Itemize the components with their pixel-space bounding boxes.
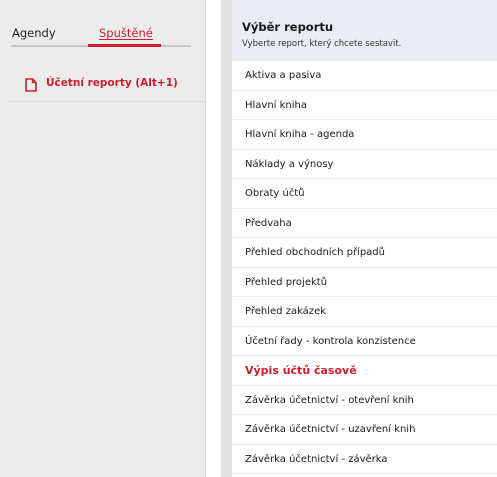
divider: [7, 101, 205, 102]
document-icon: [25, 77, 37, 92]
tab-active-indicator: [88, 44, 161, 47]
tab-bar: Agendy Spuštěné: [0, 0, 205, 52]
report-item-zaverka-uzavreni[interactable]: Závěrka účetnictví - uzavření knih: [232, 415, 497, 445]
panel-edge-strip: [221, 0, 232, 477]
report-item-zaverka-zaverka[interactable]: Závěrka účetnictví - závěrka: [232, 445, 497, 474]
report-item-naklady-a-vynosy[interactable]: Náklady a výnosy: [232, 150, 497, 179]
report-list: Aktiva a pasiva Hlavní kniha Hlavní knih…: [232, 61, 497, 474]
report-item-obraty-uctu[interactable]: Obraty účtů: [232, 179, 497, 209]
report-item-zaverka-otevreni[interactable]: Závěrka účetnictví - otevření knih: [232, 386, 497, 415]
running-item-label: Účetní reporty (Alt+1): [46, 77, 178, 89]
report-item-prehled-zakazek[interactable]: Přehled zakázek: [232, 297, 497, 327]
panel-gap: [206, 0, 220, 477]
report-item-vypis-uctu-casove[interactable]: Výpis účtů časově: [232, 356, 497, 386]
running-item-ucetni-reporty[interactable]: Účetní reporty (Alt+1): [0, 67, 205, 101]
report-item-prehled-obchodnich-pripadu[interactable]: Přehled obchodních případů: [232, 238, 497, 268]
report-panel-title: Výběr reportu: [242, 20, 334, 34]
left-panel: Agendy Spuštěné Účetní reporty (Alt+1): [0, 0, 206, 477]
report-item-predvaha[interactable]: Předvaha: [232, 209, 497, 238]
report-item-hlavni-kniha-agenda[interactable]: Hlavní kniha - agenda: [232, 120, 497, 150]
report-panel-header: Výběr reportu Vyberte report, který chce…: [232, 0, 497, 61]
tab-agendy[interactable]: Agendy: [12, 26, 56, 40]
report-item-prehled-projektu[interactable]: Přehled projektů: [232, 268, 497, 297]
report-item-aktiva-a-pasiva[interactable]: Aktiva a pasiva: [232, 61, 497, 91]
report-item-hlavni-kniha[interactable]: Hlavní kniha: [232, 91, 497, 120]
report-panel-subtitle: Vyberte report, který chcete sestavit.: [242, 39, 402, 49]
report-item-ucetni-rady[interactable]: Účetní řady - kontrola konzistence: [232, 327, 497, 356]
report-panel: Výběr reportu Vyberte report, který chce…: [221, 0, 497, 477]
tab-spustene[interactable]: Spuštěné: [99, 26, 153, 40]
